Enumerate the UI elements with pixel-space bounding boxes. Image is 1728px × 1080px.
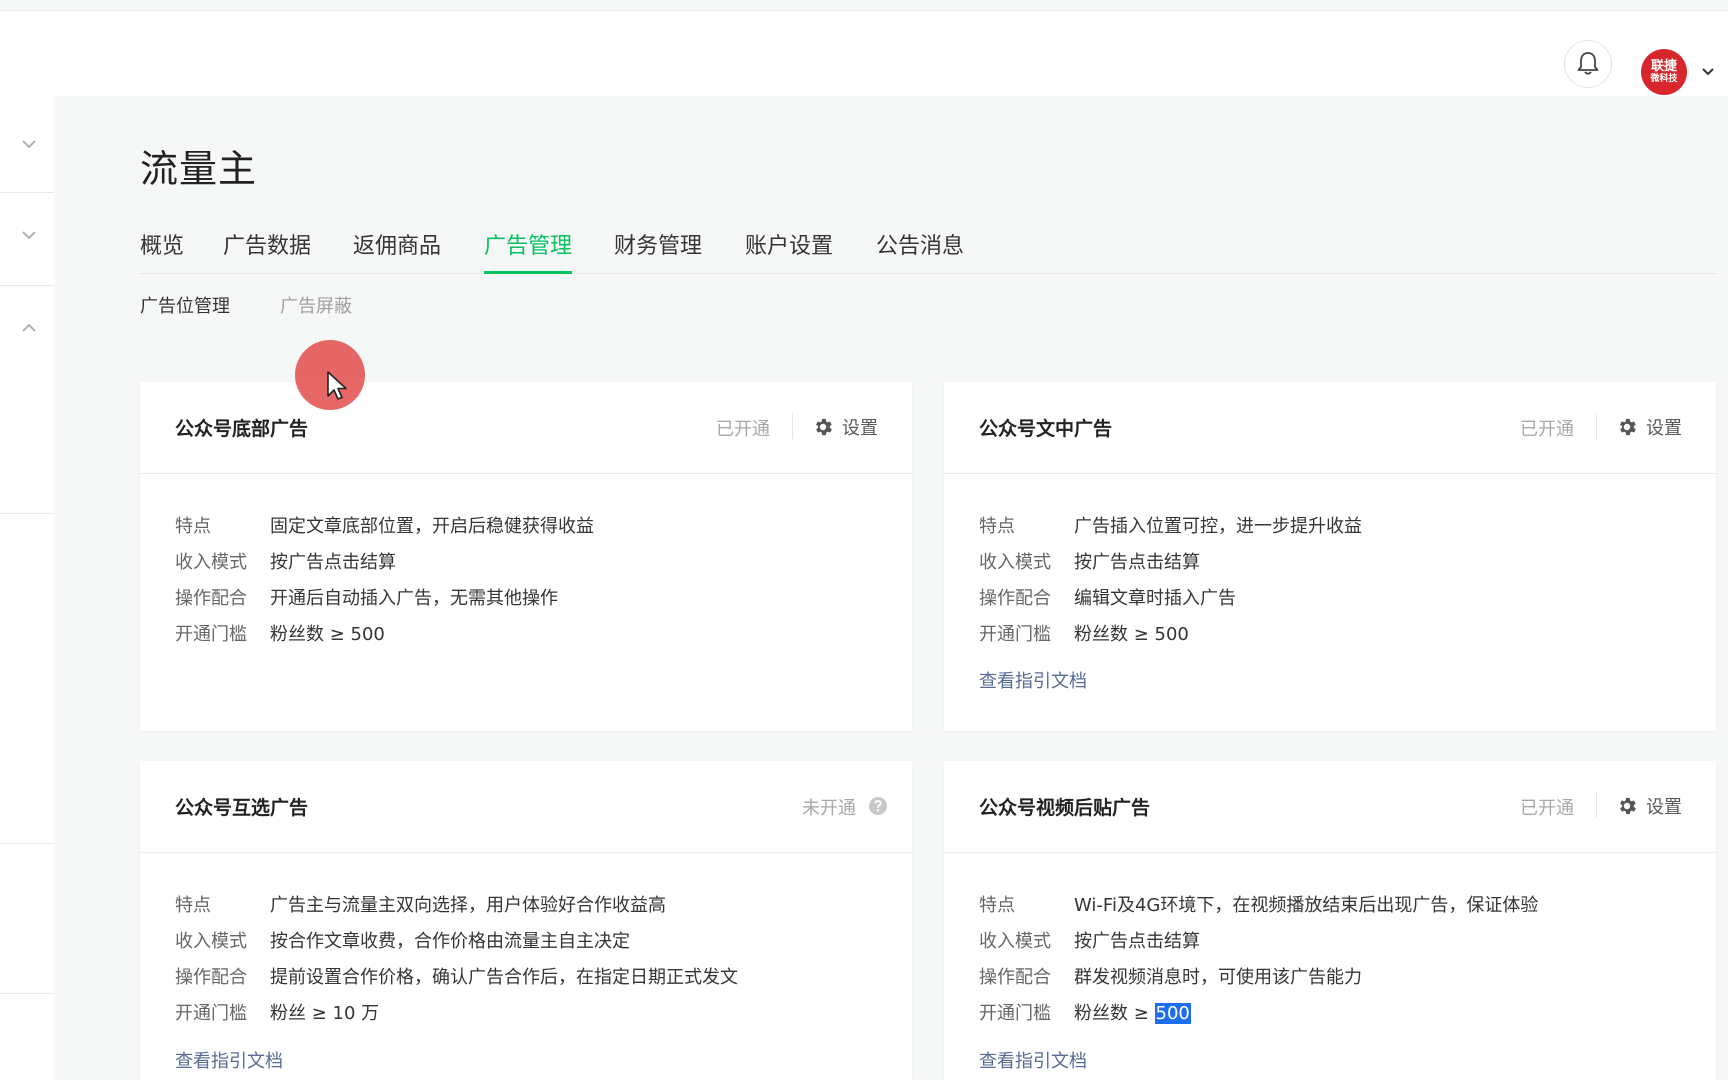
row-value: 按广告点击结算 — [1074, 931, 1200, 952]
sidebar-group — [0, 844, 54, 994]
sidebar-group[interactable] — [0, 286, 54, 514]
row-value: 群发视频消息时，可使用该广告能力 — [1074, 967, 1362, 988]
row-key: 特点 — [979, 516, 1015, 537]
row-key: 收入模式 — [175, 552, 247, 573]
row-value: Wi-Fi及4G环境下，在视频播放结束后出现广告，保证体验 — [1074, 895, 1539, 916]
ad-card-bottom: 公众号底部广告 已开通 设置 特点 固定文章底部位置，开启后稳健获得收益 收入模式… — [140, 382, 912, 731]
threshold-prefix: 粉丝数 ≥ — [1074, 1003, 1155, 1024]
sidebar-group[interactable] — [0, 193, 54, 286]
main-tabs: 概览 广告数据 返佣商品 广告管理 财务管理 账户设置 公告消息 — [140, 220, 1716, 274]
bell-icon — [1577, 52, 1599, 75]
sidebar — [0, 96, 54, 1080]
card-title: 公众号视频后贴广告 — [979, 797, 1151, 819]
tab-ad-management[interactable]: 广告管理 — [484, 228, 573, 274]
selected-text[interactable]: 500 — [1154, 1003, 1191, 1024]
row-value: 粉丝数 ≥ 500 — [270, 624, 385, 645]
settings-button[interactable]: 设置 — [1616, 413, 1682, 441]
gear-icon — [816, 418, 832, 436]
tab-ad-data[interactable]: 广告数据 — [223, 228, 311, 274]
row-key: 操作配合 — [979, 967, 1051, 988]
row-value: 按合作文章收费，合作价格由流量主自主决定 — [270, 931, 630, 952]
row-key: 操作配合 — [979, 588, 1051, 609]
ad-card-video-post-roll: 公众号视频后贴广告 已开通 设置 特点 Wi-Fi及4G环境下，在视频播放结束后出… — [944, 761, 1716, 1080]
row-value: 广告插入位置可控，进一步提升收益 — [1074, 516, 1362, 537]
settings-label: 设置 — [842, 418, 878, 439]
row-value: 粉丝 ≥ 10 万 — [270, 1003, 380, 1024]
status-badge: 已开通 — [1520, 419, 1574, 440]
row-value: 粉丝数 ≥ 500 — [1074, 624, 1189, 645]
subtab-ad-blocking[interactable]: 广告屏蔽 — [280, 292, 352, 318]
page-title: 流量主 — [140, 147, 258, 191]
avatar[interactable]: 联捷 微科技 — [1641, 49, 1687, 95]
ad-card-in-article: 公众号文中广告 已开通 设置 特点 广告插入位置可控，进一步提升收益 收入模式 按广… — [944, 382, 1716, 731]
ad-card-mutual-selection: 公众号互选广告 未开通 特点 广告主与流量主双向选择，用户体验好合作收益高 收入模… — [140, 761, 912, 1080]
divider — [1596, 413, 1597, 439]
top-bar: 联捷 微科技 — [0, 10, 1728, 96]
help-icon[interactable] — [868, 796, 888, 816]
row-key: 收入模式 — [979, 552, 1051, 573]
row-key: 开通门槛 — [175, 1003, 247, 1024]
row-key: 收入模式 — [175, 931, 247, 952]
mouse-pointer-icon — [327, 371, 347, 400]
row-value: 编辑文章时插入广告 — [1074, 588, 1236, 609]
guide-doc-link[interactable]: 查看指引文档 — [175, 1047, 283, 1073]
divider — [792, 413, 793, 439]
sidebar-group[interactable] — [0, 96, 54, 193]
card-header: 公众号底部广告 已开通 设置 — [140, 382, 912, 474]
guide-doc-link[interactable]: 查看指引文档 — [979, 1047, 1087, 1073]
row-key: 开通门槛 — [979, 1003, 1051, 1024]
notification-button[interactable] — [1564, 40, 1612, 88]
tab-account-settings[interactable]: 账户设置 — [745, 228, 833, 274]
tab-finance[interactable]: 财务管理 — [614, 228, 702, 274]
row-value: 开通后自动插入广告，无需其他操作 — [270, 588, 558, 609]
gear-icon — [1620, 418, 1636, 436]
divider — [1596, 792, 1597, 818]
tab-overview[interactable]: 概览 — [140, 228, 184, 274]
row-key: 开通门槛 — [979, 624, 1051, 645]
card-title: 公众号互选广告 — [175, 797, 309, 819]
row-value: 按广告点击结算 — [1074, 552, 1200, 573]
settings-button[interactable]: 设置 — [1616, 792, 1682, 820]
sidebar-group — [0, 514, 54, 844]
row-key: 操作配合 — [175, 588, 247, 609]
card-title: 公众号文中广告 — [979, 418, 1113, 440]
avatar-subtext: 微科技 — [1650, 73, 1678, 84]
row-key: 收入模式 — [979, 931, 1051, 952]
chevron-down-icon[interactable] — [19, 225, 39, 245]
card-title: 公众号底部广告 — [175, 418, 309, 440]
row-key: 开通门槛 — [175, 624, 247, 645]
avatar-text: 联捷 — [1650, 58, 1677, 74]
settings-label: 设置 — [1646, 418, 1682, 439]
tab-announcements[interactable]: 公告消息 — [876, 228, 964, 274]
chevron-down-icon[interactable] — [19, 134, 39, 154]
row-key: 特点 — [979, 895, 1015, 916]
chevron-down-icon[interactable] — [1700, 63, 1716, 79]
row-key: 操作配合 — [175, 967, 247, 988]
status-badge: 未开通 — [802, 798, 856, 819]
tab-rebate-goods[interactable]: 返佣商品 — [353, 228, 441, 274]
status-badge: 已开通 — [1520, 798, 1574, 819]
settings-button[interactable]: 设置 — [812, 413, 878, 441]
row-key: 特点 — [175, 895, 211, 916]
guide-doc-link[interactable]: 查看指引文档 — [979, 667, 1087, 693]
subtab-ad-slot-management[interactable]: 广告位管理 — [140, 292, 230, 318]
settings-label: 设置 — [1646, 797, 1682, 818]
row-key: 特点 — [175, 516, 211, 537]
status-badge: 已开通 — [716, 419, 770, 440]
card-header: 公众号文中广告 已开通 设置 — [944, 382, 1716, 474]
chevron-up-icon[interactable] — [19, 318, 39, 338]
gear-icon — [1620, 797, 1636, 815]
card-header: 公众号互选广告 未开通 — [140, 761, 912, 853]
row-value: 固定文章底部位置，开启后稳健获得收益 — [270, 516, 594, 537]
row-value: 按广告点击结算 — [270, 552, 396, 573]
row-value: 粉丝数 ≥ 500 — [1074, 999, 1191, 1025]
row-value: 广告主与流量主双向选择，用户体验好合作收益高 — [270, 895, 666, 916]
row-value: 提前设置合作价格，确认广告合作后，在指定日期正式发文 — [270, 967, 738, 988]
card-header: 公众号视频后贴广告 已开通 设置 — [944, 761, 1716, 853]
